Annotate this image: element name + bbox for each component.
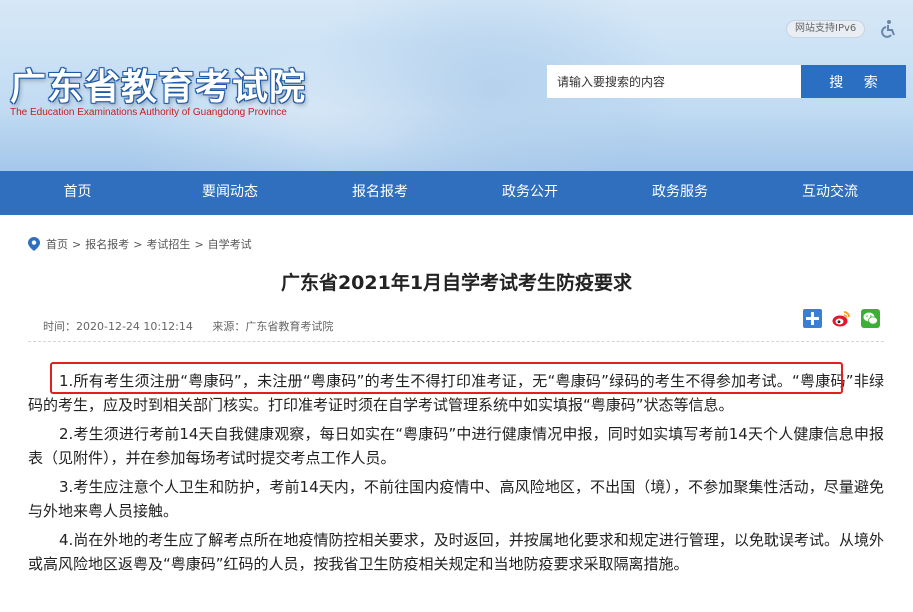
ipv6-badge: 网站支持IPv6	[786, 20, 866, 38]
site-header: 广东省教育考试院 The Education Examinations Auth…	[0, 0, 913, 171]
article-paragraph-3: 3.考生应注意个人卫生和防护，考前14天内，不前往国内疫情中、高风险地区，不出国…	[28, 478, 884, 520]
breadcrumb-separator: >	[194, 237, 204, 251]
site-logo-english: The Education Examinations Authority of …	[10, 107, 287, 118]
breadcrumb-registration[interactable]: 报名报考	[85, 236, 129, 252]
header-background-shade	[0, 110, 913, 171]
article-body: 1.所有考生须注册“粤康码”，未注册“粤康码”的考生不得打印准考证，无“粤康码”…	[28, 369, 884, 581]
share-plus-icon[interactable]	[803, 309, 822, 328]
breadcrumb-separator: >	[72, 237, 82, 251]
breadcrumb-exam-enrollment[interactable]: 考试招生	[146, 236, 190, 252]
wechat-icon[interactable]	[861, 309, 880, 328]
nav-item-registration[interactable]: 报名报考	[305, 171, 455, 215]
breadcrumb-home[interactable]: 首页	[46, 236, 68, 252]
article-title: 广东省2021年1月自学考试考生防疫要求	[280, 272, 633, 294]
breadcrumb-self-study-exam[interactable]: 自学考试	[208, 236, 252, 252]
share-bar	[803, 309, 880, 328]
highlight-annotation-box	[50, 362, 843, 394]
article-paragraph-2: 2.考生须进行考前14天自我健康观察，每日如实在“粤康码”中进行健康情况申报，同…	[28, 425, 884, 467]
nav-item-interaction[interactable]: 互动交流	[755, 171, 905, 215]
weibo-icon[interactable]	[832, 309, 851, 328]
article-source: 来源：广东省教育考试院	[212, 320, 334, 333]
search-input[interactable]	[547, 65, 801, 98]
site-logo[interactable]: 广东省教育考试院	[10, 58, 306, 110]
publish-time: 时间：2020-12-24 10:12:14	[43, 320, 193, 333]
accessibility-icon[interactable]	[878, 19, 898, 39]
article-paragraph-4: 4.尚在外地的考生应了解考点所在地疫情防控相关要求，及时返回，并按属地化要求和规…	[28, 531, 884, 573]
search-button[interactable]: 搜 索	[801, 65, 906, 98]
nav-item-news[interactable]: 要闻动态	[155, 171, 305, 215]
nav-item-home[interactable]: 首页	[0, 171, 155, 215]
article-meta: 时间：2020-12-24 10:12:14 来源：广东省教育考试院	[43, 318, 349, 334]
main-nav: 首页 要闻动态 报名报考 政务公开 政务服务 互动交流	[0, 171, 913, 215]
map-pin-icon	[28, 237, 40, 251]
nav-item-government-affairs[interactable]: 政务公开	[455, 171, 605, 215]
breadcrumb-separator: >	[133, 237, 143, 251]
breadcrumb: 首页 > 报名报考 > 考试招生 > 自学考试	[28, 236, 252, 252]
meta-divider	[28, 341, 884, 342]
nav-item-government-services[interactable]: 政务服务	[605, 171, 755, 215]
